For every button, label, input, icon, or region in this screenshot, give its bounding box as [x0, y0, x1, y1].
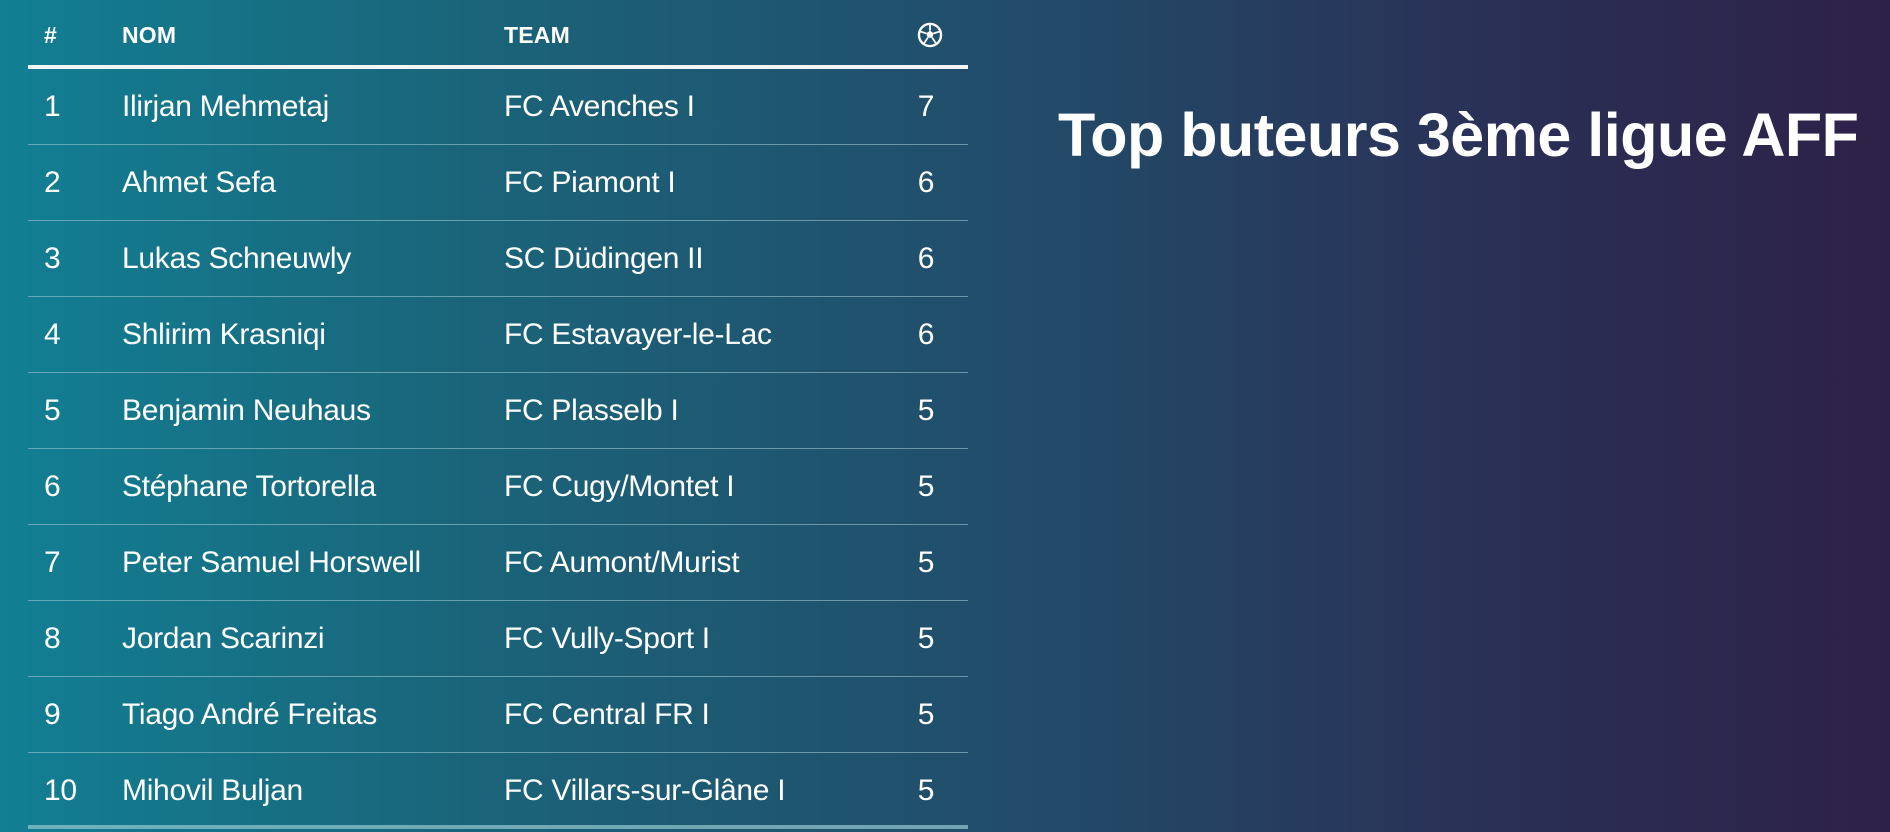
header-team: TEAM: [504, 22, 570, 48]
rank-cell: 9: [44, 698, 61, 731]
team-cell: FC Piamont I: [504, 166, 676, 199]
table-row: 7 Peter Samuel Horswell FC Aumont/Murist 5: [28, 525, 968, 601]
rank-cell: 5: [44, 394, 61, 427]
goals-cell: 6: [917, 318, 935, 351]
table-body: 1 Ilirjan Mehmetaj FC Avenches I 7 2 Ahmet Se…: [28, 69, 968, 829]
team-cell: FC Plasselb I: [504, 394, 679, 427]
player-name-cell: Shlirim Krasniqi: [122, 318, 326, 351]
goals-cell: 5: [917, 546, 935, 579]
rank-cell: 8: [44, 622, 61, 655]
team-cell: FC Vully-Sport I: [504, 622, 710, 655]
team-cell: FC Cugy/Montet I: [504, 470, 735, 503]
table-row: 4 Shlirim Krasniqi FC Estavayer-le-Lac 6: [28, 297, 968, 373]
rank-cell: 10: [44, 774, 77, 807]
team-cell: FC Aumont/Murist: [504, 546, 740, 579]
player-name-cell: Mihovil Buljan: [122, 774, 303, 807]
rank-cell: 1: [44, 90, 61, 123]
player-name-cell: Benjamin Neuhaus: [122, 394, 371, 427]
table-row: 2 Ahmet Sefa FC Piamont I 6: [28, 145, 968, 221]
goals-cell: 6: [917, 166, 935, 199]
team-cell: FC Central FR I: [504, 698, 710, 731]
player-name-cell: Ahmet Sefa: [122, 166, 276, 199]
goals-cell: 6: [917, 242, 935, 275]
table-row: 3 Lukas Schneuwly SC Düdingen II 6: [28, 221, 968, 297]
table-row: 8 Jordan Scarinzi FC Vully-Sport I 5: [28, 601, 968, 677]
rank-cell: 7: [44, 546, 61, 579]
player-name-cell: Tiago André Freitas: [122, 698, 377, 731]
goals-cell: 5: [917, 774, 935, 807]
rank-cell: 2: [44, 166, 61, 199]
header-name: NOM: [122, 22, 177, 48]
player-name-cell: Peter Samuel Horswell: [122, 546, 421, 579]
team-cell: FC Avenches I: [504, 90, 695, 123]
table-header: # NOM TEAM: [28, 0, 968, 69]
team-cell: FC Villars-sur-Glâne I: [504, 774, 786, 807]
player-name-cell: Stéphane Tortorella: [122, 470, 376, 503]
table-row: 5 Benjamin Neuhaus FC Plasselb I 5: [28, 373, 968, 449]
soccer-ball-icon: [917, 22, 943, 48]
player-name-cell: Jordan Scarinzi: [122, 622, 325, 655]
page-title: Top buteurs 3ème ligue AFF: [1058, 101, 1859, 169]
rank-cell: 6: [44, 470, 61, 503]
table-row: 1 Ilirjan Mehmetaj FC Avenches I 7: [28, 69, 968, 145]
team-cell: SC Düdingen II: [504, 242, 704, 275]
goals-cell: 5: [917, 622, 935, 655]
scorers-table: # NOM TEAM 1 Ilirjan Mehmetaj FC Avenches …: [28, 0, 968, 829]
team-cell: FC Estavayer-le-Lac: [504, 318, 772, 351]
header-rank: #: [44, 22, 57, 48]
table-row: 6 Stéphane Tortorella FC Cugy/Montet I 5: [28, 449, 968, 525]
rank-cell: 4: [44, 318, 61, 351]
goals-cell: 5: [917, 470, 935, 503]
table-row: 9 Tiago André Freitas FC Central FR I 5: [28, 677, 968, 753]
goals-cell: 5: [917, 698, 935, 731]
table-row: 10 Mihovil Buljan FC Villars-sur-Glâne I 5: [28, 753, 968, 829]
goals-cell: 7: [917, 90, 935, 123]
rank-cell: 3: [44, 242, 61, 275]
player-name-cell: Ilirjan Mehmetaj: [122, 90, 329, 123]
goals-cell: 5: [917, 394, 935, 427]
player-name-cell: Lukas Schneuwly: [122, 242, 351, 275]
